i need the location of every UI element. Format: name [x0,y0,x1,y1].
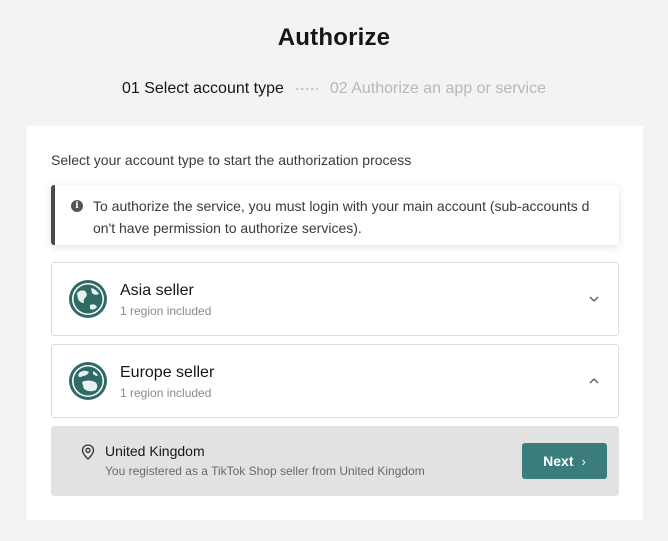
region-title: Europe seller [120,364,215,381]
account-type-card: Select your account type to start the au… [27,126,643,520]
country-description: You registered as a TikTok Shop seller f… [105,464,425,478]
region-title: Asia seller [120,282,194,299]
step-indicator: 01 Select account type 02 Authorize an a… [0,80,668,98]
notice-text: To authorize the service, you must login… [93,198,590,236]
card-intro-text: Select your account type to start the au… [51,152,412,168]
region-card-europe[interactable]: Europe seller 1 region included [51,344,619,418]
country-name: United Kingdom [105,443,205,459]
next-button-label: Next [543,453,574,469]
region-card-asia[interactable]: Asia seller 1 region included [51,262,619,336]
chevron-down-icon[interactable] [586,291,602,307]
step-select-account-type: 01 Select account type [121,80,284,97]
permission-notice: i To authorize the service, you must log… [51,185,619,245]
info-icon: i [71,200,83,212]
globe-icon [69,362,107,400]
chevron-right-icon: › [581,453,586,469]
page-title: Authorize [277,24,391,51]
chevron-up-icon[interactable] [586,373,602,389]
location-pin-icon [81,444,95,460]
region-subtitle: 1 region included [120,386,212,400]
globe-icon [69,280,107,318]
region-subtitle: 1 region included [120,304,212,318]
step-separator [295,88,318,90]
next-button[interactable]: Next › [522,443,607,479]
step-authorize-app: 02 Authorize an app or service [329,80,547,97]
country-option-united-kingdom: United Kingdom You registered as a TikTo… [51,426,619,496]
